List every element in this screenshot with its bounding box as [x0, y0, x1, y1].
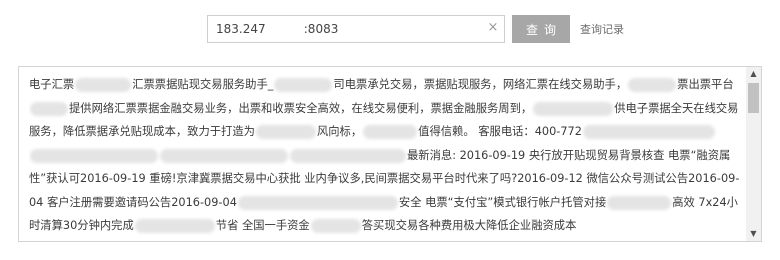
- text-segment: 汇票票据贴现交易服务助手_: [132, 78, 274, 91]
- text-segment: 节省 全国一手资金: [215, 219, 310, 232]
- info-panel: 电子汇票 汇票票据贴现交易服务助手_ 司电票承兑交易，票据贴现服务，网络汇票在线交易…: [18, 66, 762, 242]
- info-text: 电子汇票 汇票票据贴现交易服务助手_ 司电票承兑交易，票据贴现服务，网络汇票在线交易…: [29, 73, 741, 237]
- scroll-up-arrow-icon[interactable]: ▲: [746, 67, 761, 81]
- scroll-thumb[interactable]: [748, 83, 759, 113]
- redacted-text: [134, 219, 215, 233]
- text-segment: 答买现交易各种费用极大降低企业融资成本: [361, 219, 577, 232]
- redacted-text: [290, 148, 406, 163]
- text-segment: 提供网络汇票票据金融交易业务，出票和收票安全高效，在线交易便利，票据金融服务周到…: [69, 101, 533, 115]
- text-segment: 安全 电票“支付宝”模式银行帐户托管对接: [398, 195, 607, 209]
- redacted-text: [274, 78, 333, 92]
- text-segment: 值得信赖。 客服电话：400-772: [418, 125, 582, 138]
- redacted-text: [628, 78, 677, 92]
- redacted-text: [255, 125, 316, 139]
- redacted-text: [237, 195, 398, 210]
- redacted-text: [75, 78, 132, 92]
- text-segment: 司电票承兑交易，票据贴现服务，网络汇票在线交易助手，: [333, 78, 628, 91]
- clear-icon[interactable]: ×: [485, 20, 501, 36]
- page: × 查询 查询记录 电子汇票 汇票票据贴现交易服务助手_ 司电票承兑交易，票据贴现服…: [0, 0, 780, 260]
- redacted-text: [582, 125, 715, 139]
- redacted-text: [160, 148, 288, 163]
- redacted-text: [533, 101, 614, 116]
- query-button[interactable]: 查询: [512, 15, 570, 43]
- text-segment: 风向标，: [316, 125, 363, 138]
- ip-search-input[interactable]: [207, 15, 505, 43]
- query-history-link[interactable]: 查询记录: [580, 21, 624, 37]
- redacted-text: [30, 101, 68, 116]
- redacted-text: [30, 148, 158, 163]
- redacted-text: [363, 125, 418, 139]
- redacted-text: [310, 219, 361, 233]
- scrollbar[interactable]: ▲ ▼: [746, 67, 761, 241]
- text-segment: 电子汇票: [29, 78, 75, 91]
- redacted-text: [607, 195, 672, 210]
- text-segment: 票出票平台: [677, 78, 734, 91]
- scroll-down-arrow-icon[interactable]: ▼: [746, 227, 761, 241]
